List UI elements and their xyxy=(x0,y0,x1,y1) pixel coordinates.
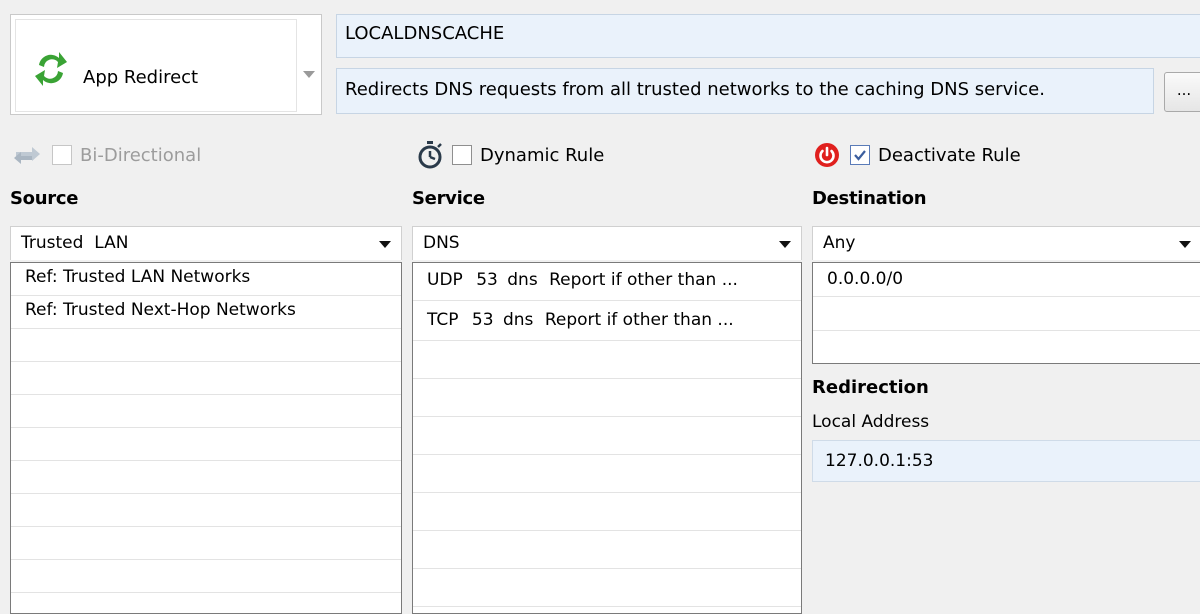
list-item xyxy=(11,560,401,593)
deactivate-rule-label: Deactivate Rule xyxy=(878,144,1021,166)
chevron-down-icon[interactable] xyxy=(379,241,391,248)
redirection-heading: Redirection xyxy=(812,377,929,398)
dynamic-rule-checkbox[interactable] xyxy=(452,145,472,165)
rule-type-label: App Redirect xyxy=(83,67,199,88)
list-item[interactable]: Ref: Trusted Next-Hop Networks xyxy=(11,296,401,329)
app-redirect-icon xyxy=(33,49,69,94)
checkmark-icon xyxy=(854,150,866,161)
list-item xyxy=(11,362,401,395)
list-item[interactable]: Ref: Trusted LAN Networks xyxy=(11,263,401,296)
deactivate-rule-checkbox[interactable] xyxy=(850,145,870,165)
table-row xyxy=(413,493,801,531)
rule-type-selector[interactable]: App Redirect xyxy=(10,14,322,115)
list-item xyxy=(813,331,1200,363)
source-dropdown[interactable]: Trusted LAN xyxy=(10,226,402,260)
destination-dropdown[interactable]: Any xyxy=(812,226,1200,260)
rule-name-field[interactable]: LOCALDNSCACHE xyxy=(336,14,1200,58)
deactivate-rule-option[interactable]: Deactivate Rule xyxy=(814,140,1021,170)
table-row xyxy=(413,341,801,379)
list-item xyxy=(11,395,401,428)
stopwatch-icon xyxy=(416,140,444,170)
table-row[interactable]: TCP 53 dns Report if other than ... xyxy=(413,301,801,341)
table-row xyxy=(413,569,801,607)
bidirectional-arrows-icon xyxy=(12,144,42,166)
power-icon xyxy=(814,142,840,168)
table-row[interactable]: UDP 53 dns Report if other than ... xyxy=(413,263,801,301)
bidirectional-option[interactable]: Bi-Directional xyxy=(12,140,201,170)
table-row xyxy=(413,455,801,493)
description-more-button[interactable]: ... xyxy=(1164,72,1200,112)
list-item[interactable]: 0.0.0.0/0 xyxy=(813,263,1200,297)
source-heading: Source xyxy=(10,188,79,209)
dynamic-rule-label: Dynamic Rule xyxy=(480,144,605,166)
local-address-label: Local Address xyxy=(812,412,930,432)
service-dropdown[interactable]: DNS xyxy=(412,226,802,260)
local-address-field[interactable]: 127.0.0.1:53 xyxy=(812,440,1200,482)
service-selected: DNS xyxy=(423,233,460,253)
list-item xyxy=(11,461,401,494)
destination-heading: Destination xyxy=(812,188,927,209)
table-row xyxy=(413,417,801,455)
rule-description-field[interactable]: Redirects DNS requests from all trusted … xyxy=(336,68,1154,114)
list-item xyxy=(11,527,401,560)
source-list[interactable]: Ref: Trusted LAN Networks Ref: Trusted N… xyxy=(10,262,402,614)
destination-selected: Any xyxy=(823,233,856,253)
service-heading: Service xyxy=(412,188,485,209)
table-row xyxy=(413,379,801,417)
list-item xyxy=(11,494,401,527)
chevron-down-icon[interactable] xyxy=(303,71,315,78)
source-selected: Trusted LAN xyxy=(21,233,129,253)
bidirectional-label: Bi-Directional xyxy=(80,144,202,166)
chevron-down-icon[interactable] xyxy=(1179,241,1191,248)
list-item xyxy=(11,329,401,362)
bidirectional-checkbox[interactable] xyxy=(52,145,72,165)
table-row xyxy=(413,531,801,569)
list-item xyxy=(813,297,1200,331)
destination-list[interactable]: 0.0.0.0/0 xyxy=(812,262,1200,364)
service-list[interactable]: UDP 53 dns Report if other than ... TCP … xyxy=(412,262,802,614)
chevron-down-icon[interactable] xyxy=(779,241,791,248)
dynamic-rule-option[interactable]: Dynamic Rule xyxy=(416,140,604,170)
list-item xyxy=(11,428,401,461)
